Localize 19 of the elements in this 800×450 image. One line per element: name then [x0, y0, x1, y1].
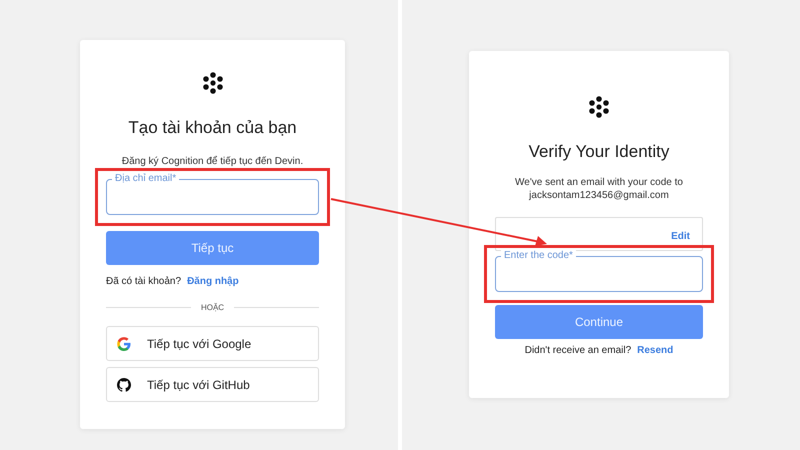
- card-subtitle: Đăng ký Cognition để tiếp tục đến Devin.: [120, 155, 304, 168]
- prompt-link[interactable]: Đăng nhập: [187, 276, 239, 287]
- continue-button[interactable]: Tiếp tục: [106, 231, 319, 265]
- continue-button[interactable]: Continue: [495, 305, 703, 339]
- field-label: Địa chỉ email*: [112, 173, 180, 185]
- github-button[interactable]: Tiếp tục với GitHub: [106, 367, 319, 402]
- github-icon: [117, 378, 131, 392]
- logo-icon: [202, 72, 224, 94]
- prompt-text: Didn't receive an email?: [524, 345, 632, 356]
- divider-label: HOẶC: [200, 303, 224, 312]
- card-subtitle: We've sent an email with your code to jacksontam123456@gmail.com: [514, 176, 684, 202]
- edit-link[interactable]: Edit: [671, 231, 690, 242]
- prompt-link[interactable]: Resend: [637, 345, 674, 356]
- google-icon: [117, 336, 131, 350]
- card-heading: Verify Your Identity: [528, 142, 670, 162]
- card-heading: Tạo tài khoản của bạn: [127, 118, 298, 138]
- google-button[interactable]: Tiếp tục với Google: [106, 326, 319, 361]
- prompt-text: Đã có tài khoản?: [106, 276, 182, 287]
- logo-icon: [588, 96, 610, 118]
